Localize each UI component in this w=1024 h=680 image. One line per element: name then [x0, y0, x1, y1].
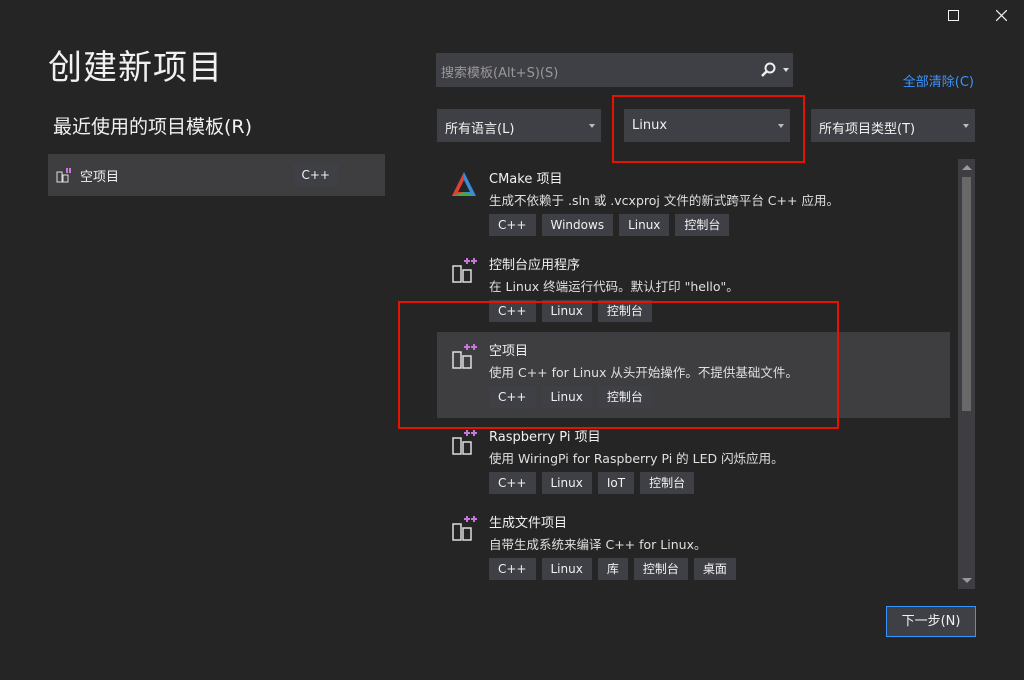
project-type-filter-value: 所有项目类型(T) — [819, 122, 916, 137]
linux-project-icon — [56, 168, 71, 183]
search-icon[interactable] — [759, 61, 777, 79]
linux-project-icon — [452, 516, 477, 541]
next-button[interactable]: 下一步(N) — [886, 606, 976, 637]
close-button[interactable] — [987, 4, 1015, 26]
template-tags: C++ Windows Linux 控制台 — [489, 214, 735, 236]
recent-template-name: 空项目 — [80, 170, 120, 185]
chevron-down-icon — [589, 124, 595, 128]
search-placeholder: 搜索模板(Alt+S)(S) — [441, 66, 559, 81]
template-tags: C++ Linux 库控制台 桌面 — [489, 558, 742, 580]
tag: Windows — [541, 214, 614, 236]
template-name: 生成文件项目 — [489, 516, 568, 531]
recent-templates-heading: 最近使用的项目模板(R) — [53, 116, 253, 138]
language-filter[interactable]: 所有语言(L) — [437, 109, 601, 142]
template-item-raspberry-pi[interactable]: Raspberry Pi 项目 使用 WiringPi for Raspberr… — [437, 418, 950, 504]
tag: Linux — [541, 472, 592, 494]
recent-template-tag: C++ — [292, 164, 339, 186]
tag: 控制台 — [633, 558, 688, 580]
tag: Linux — [541, 558, 592, 580]
tag: Linux — [619, 214, 670, 236]
recent-template-item[interactable]: 空项目 C++ — [48, 154, 385, 196]
chevron-down-icon — [963, 124, 969, 128]
scroll-thumb[interactable] — [962, 177, 971, 411]
tag: 库 — [597, 558, 628, 580]
tag: 控制台 — [640, 472, 695, 494]
tag: C++ — [489, 214, 536, 236]
cmake-icon — [452, 172, 476, 196]
template-tags: C++ Linux IoT 控制台 — [489, 472, 700, 494]
template-name: 控制台应用程序 — [489, 258, 581, 273]
tag: C++ — [489, 558, 536, 580]
search-input[interactable]: 搜索模板(Alt+S)(S) — [436, 53, 793, 87]
template-name: CMake 项目 — [489, 172, 563, 187]
template-item-makefile-project[interactable]: 生成文件项目 自带生成系统来编译 C++ for Linux。 C++ Linux… — [437, 504, 950, 590]
tag: 桌面 — [693, 558, 736, 580]
highlight-box-platform — [612, 95, 805, 163]
clear-all-link[interactable]: 全部清除(C) — [903, 71, 974, 90]
close-icon — [995, 9, 1007, 21]
tag: 控制台 — [675, 214, 730, 236]
template-description: 在 Linux 终端运行代码。默认打印 "hello"。 — [489, 279, 739, 294]
scroll-up-icon[interactable] — [962, 165, 972, 170]
project-type-filter[interactable]: 所有项目类型(T) — [811, 109, 975, 142]
maximize-button[interactable] — [939, 4, 967, 26]
linux-project-icon — [452, 430, 477, 455]
template-description: 使用 WiringPi for Raspberry Pi 的 LED 闪烁应用。 — [489, 451, 784, 466]
linux-project-icon — [452, 258, 477, 283]
page-title: 创建新项目 — [48, 48, 223, 88]
scroll-down-icon[interactable] — [962, 578, 972, 583]
template-list-scrollbar[interactable] — [958, 159, 975, 589]
highlight-box-empty-project — [398, 301, 839, 429]
maximize-icon — [947, 9, 959, 21]
template-description: 自带生成系统来编译 C++ for Linux。 — [489, 537, 707, 552]
tag: IoT — [597, 472, 635, 494]
language-filter-value: 所有语言(L) — [445, 122, 515, 137]
search-options-dropdown-icon[interactable] — [783, 68, 789, 72]
template-description: 生成不依赖于 .sln 或 .vcxproj 文件的新式跨平台 C++ 应用。 — [489, 193, 839, 208]
template-item-cmake[interactable]: CMake 项目 生成不依赖于 .sln 或 .vcxproj 文件的新式跨平台… — [437, 160, 950, 246]
tag: C++ — [489, 472, 536, 494]
